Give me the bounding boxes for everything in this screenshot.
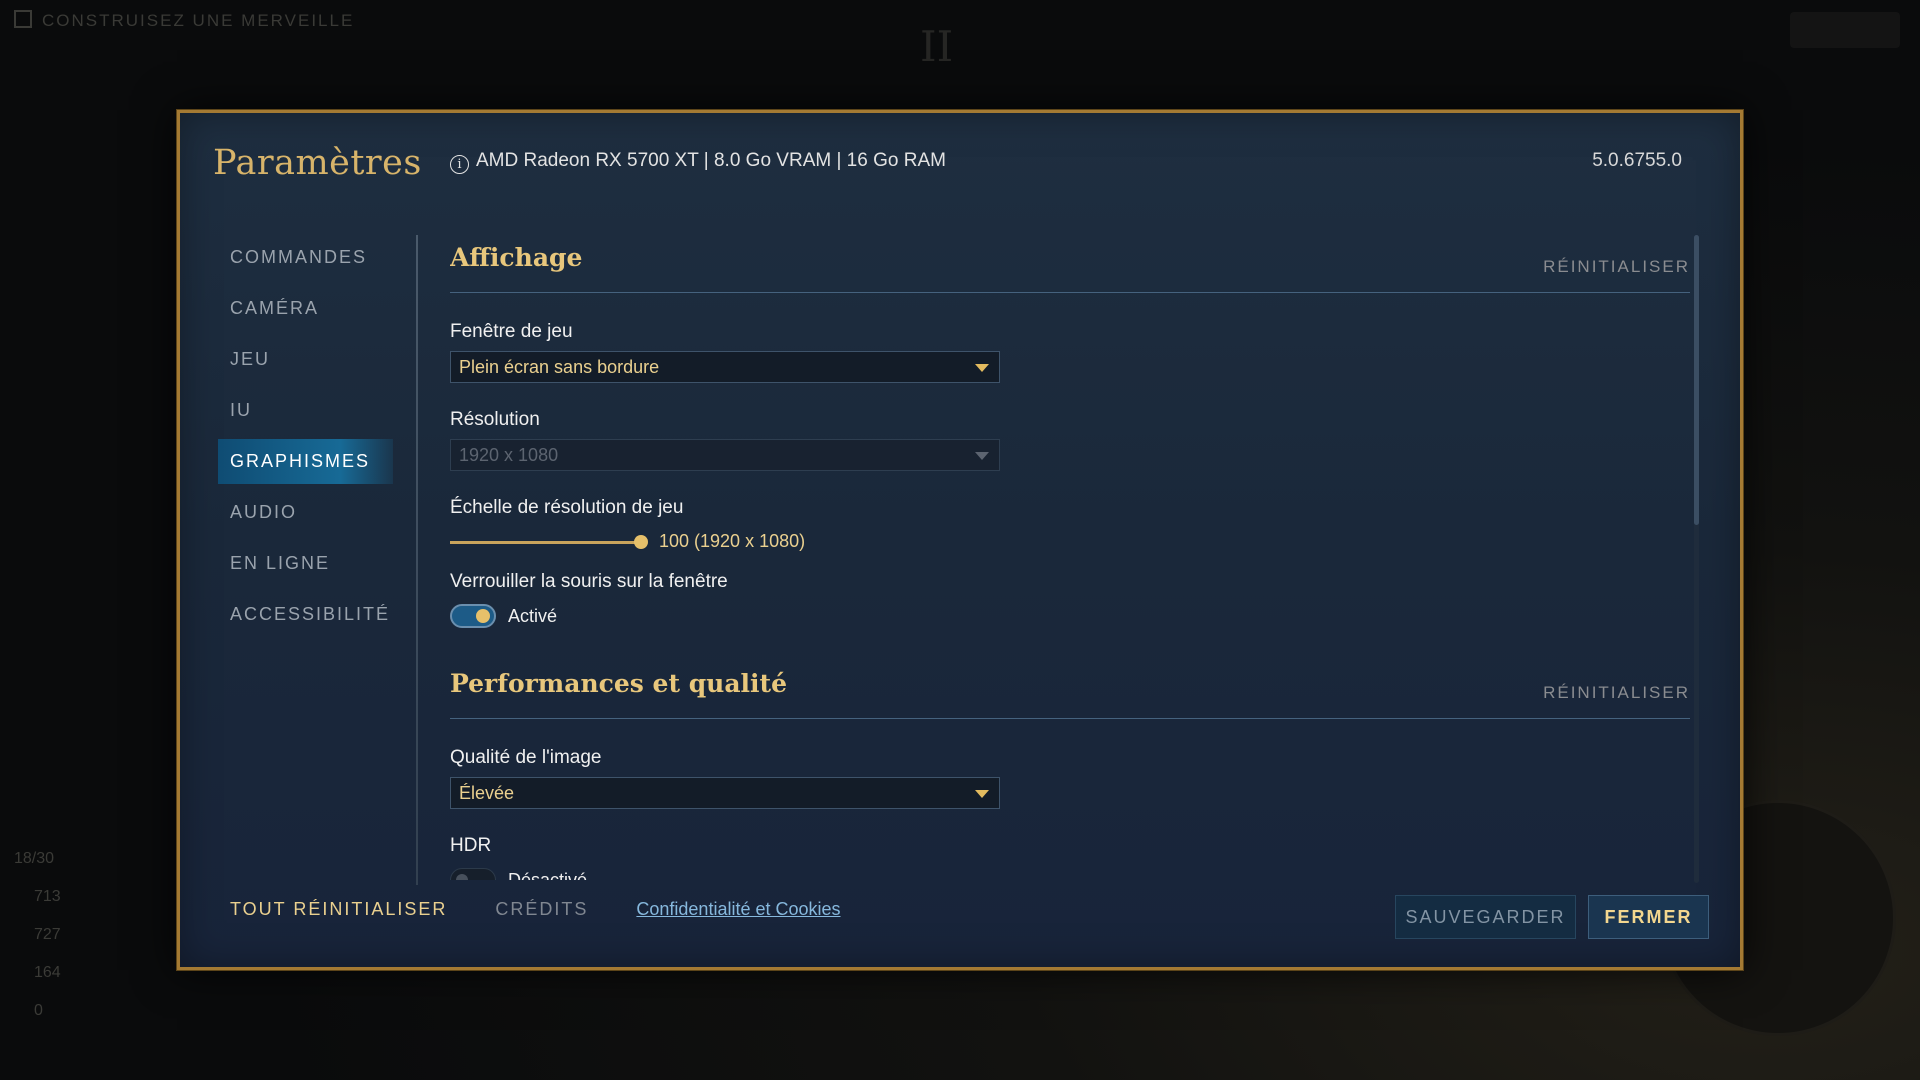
sidebar-item-accessibilite[interactable]: ACCESSIBILITÉ <box>218 592 393 637</box>
settings-dialog: Paramètres i AMD Radeon RX 5700 XT | 8.0 … <box>177 110 1743 970</box>
hdr-row: Désactivé <box>450 865 1690 880</box>
mouse-lock-label: Verrouiller la souris sur la fenêtre <box>450 571 728 592</box>
background-stat: 713 <box>34 888 61 905</box>
sidebar-item-iu[interactable]: IU <box>218 388 393 433</box>
section-header-display: Affichage RÉINITIALISER <box>450 235 1690 293</box>
sidebar-item-camera[interactable]: CAMÉRA <box>218 286 393 331</box>
toggle-knob <box>476 609 490 623</box>
objective-icon <box>14 10 32 28</box>
settings-sidebar: COMMANDES CAMÉRA JEU IU GRAPHISMES AUDIO… <box>218 235 393 643</box>
hdr-label: HDR <box>450 835 492 856</box>
mouse-lock-row: Activé <box>450 601 1690 631</box>
version-label: 5.0.6755.0 <box>1592 150 1682 171</box>
background-stats: 18/30 713 727 164 0 <box>14 850 61 1040</box>
window-mode-label: Fenêtre de jeu <box>450 321 573 342</box>
save-button[interactable]: SAUVEGARDER <box>1395 895 1576 939</box>
content-scrollbar[interactable] <box>1694 235 1699 883</box>
background-stat: 0 <box>34 1002 43 1019</box>
sidebar-item-jeu[interactable]: JEU <box>218 337 393 382</box>
reset-display-button[interactable]: RÉINITIALISER <box>1543 257 1690 277</box>
background-top-right-panel <box>1790 12 1900 48</box>
window-mode-value: Plein écran sans bordure <box>459 357 660 377</box>
section-title-display: Affichage <box>450 243 583 272</box>
section-title-performance: Performances et qualité <box>450 669 787 698</box>
resolution-value: 1920 x 1080 <box>459 445 559 465</box>
sidebar-item-commandes[interactable]: COMMANDES <box>218 235 393 280</box>
background-era-numeral: II <box>920 22 954 71</box>
resolution-scale-label: Échelle de résolution de jeu <box>450 497 684 518</box>
background-stat: 164 <box>34 964 61 981</box>
privacy-link[interactable]: Confidentialité et Cookies <box>636 899 840 920</box>
sidebar-item-audio[interactable]: AUDIO <box>218 490 393 535</box>
close-button[interactable]: FERMER <box>1588 895 1709 939</box>
background-stat: 18/30 <box>14 850 55 867</box>
chevron-down-icon <box>975 790 989 798</box>
system-info-text: AMD Radeon RX 5700 XT | 8.0 Go VRAM | 16… <box>476 150 946 171</box>
footer-actions: TOUT RÉINITIALISER CRÉDITS Confidentiali… <box>230 899 841 920</box>
chevron-down-icon <box>975 364 989 372</box>
image-quality-label: Qualité de l'image <box>450 747 602 768</box>
sidebar-divider <box>416 235 418 885</box>
background-objective: CONSTRUISEZ UNE MERVEILLE <box>14 10 354 31</box>
image-quality-value: Élevée <box>459 783 515 803</box>
dialog-title: Paramètres <box>213 143 422 183</box>
image-quality-dropdown[interactable]: Élevée <box>450 777 1000 809</box>
reset-all-button[interactable]: TOUT RÉINITIALISER <box>230 899 447 920</box>
window-mode-dropdown[interactable]: Plein écran sans bordure <box>450 351 1000 383</box>
sidebar-item-en-ligne[interactable]: EN LIGNE <box>218 541 393 586</box>
credits-button[interactable]: CRÉDITS <box>495 899 588 920</box>
resolution-scale-value: 100 (1920 x 1080) <box>659 531 806 551</box>
hdr-state: Désactivé <box>508 869 588 881</box>
settings-content: Affichage RÉINITIALISER Fenêtre de jeu P… <box>450 235 1690 880</box>
toggle-knob <box>456 874 468 880</box>
resolution-dropdown: 1920 x 1080 <box>450 439 1000 471</box>
slider-handle[interactable] <box>634 535 648 549</box>
chevron-down-icon <box>975 452 989 460</box>
scrollbar-thumb[interactable] <box>1694 235 1699 525</box>
resolution-label: Résolution <box>450 409 540 430</box>
system-info: i AMD Radeon RX 5700 XT | 8.0 Go VRAM | 1… <box>450 150 946 174</box>
hdr-toggle[interactable] <box>450 868 496 880</box>
sidebar-item-graphismes[interactable]: GRAPHISMES <box>218 439 393 484</box>
reset-performance-button[interactable]: RÉINITIALISER <box>1543 683 1690 703</box>
section-header-performance: Performances et qualité RÉINITIALISER <box>450 661 1690 719</box>
slider-track <box>450 541 640 544</box>
mouse-lock-state: Activé <box>508 605 558 626</box>
mouse-lock-toggle[interactable] <box>450 604 496 628</box>
resolution-scale-slider[interactable]: 100 (1920 x 1080) <box>450 527 1690 557</box>
background-stat: 727 <box>34 926 61 943</box>
info-icon: i <box>450 155 469 174</box>
